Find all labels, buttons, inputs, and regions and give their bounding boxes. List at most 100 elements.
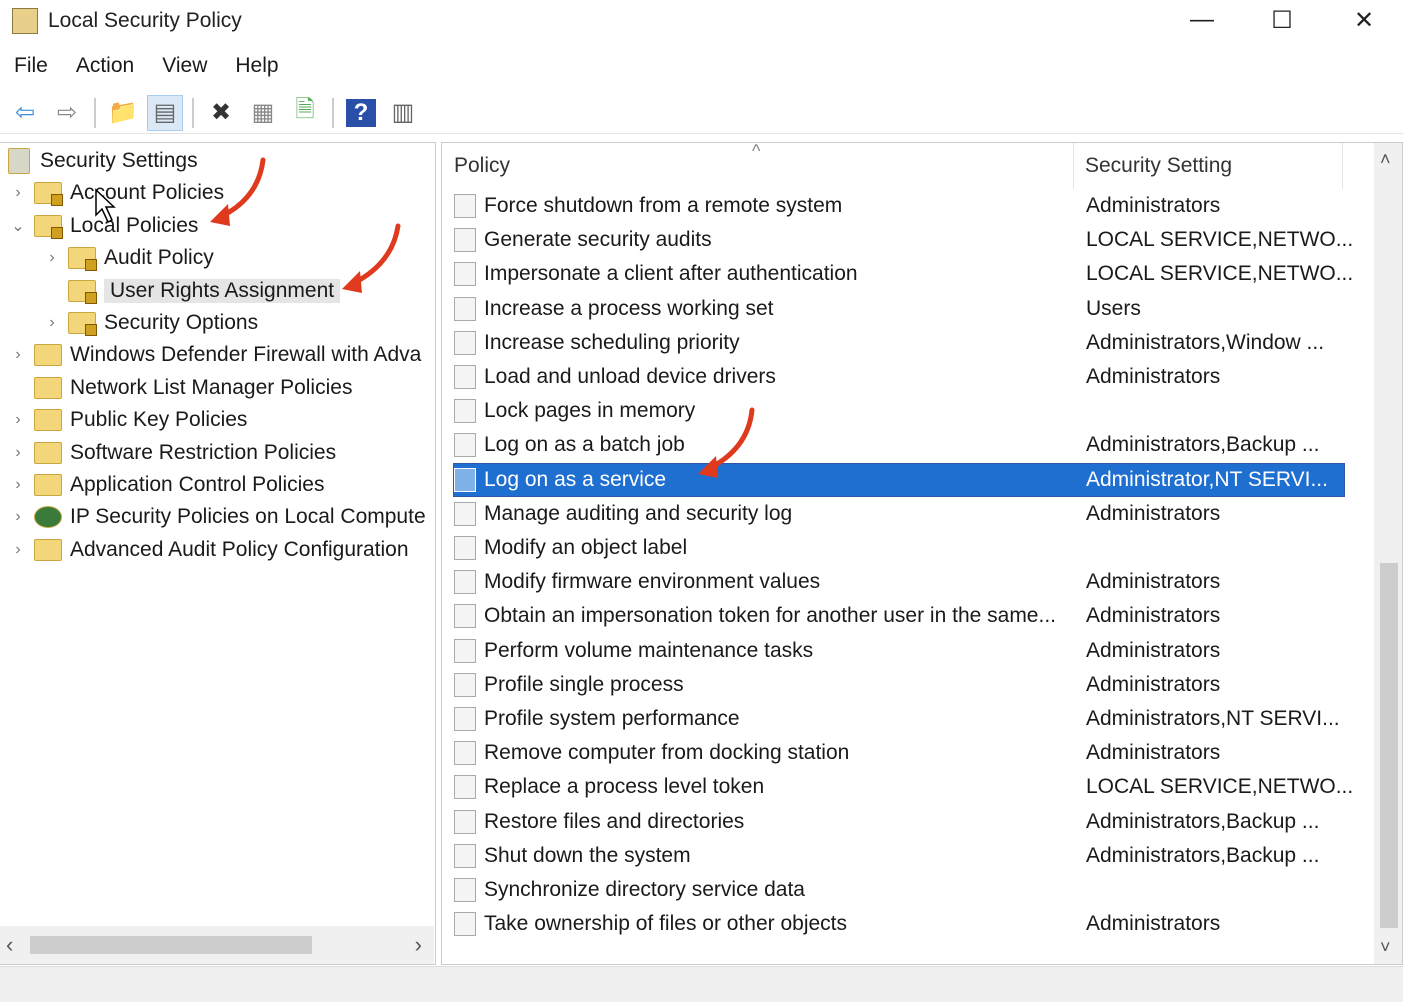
table-row[interactable]: Load and unload device drivers Administra… xyxy=(454,361,1344,393)
policy-name: Perform volume maintenance tasks xyxy=(484,638,814,662)
table-row[interactable]: Impersonate a client after authenticatio… xyxy=(454,258,1353,290)
tree-item[interactable]: › IP Security Policies on Local Compute xyxy=(8,501,426,533)
policy-folder-icon xyxy=(68,247,97,272)
tree-item[interactable]: Security Settings xyxy=(0,145,198,177)
expand-chevron-icon[interactable]: ⌄ xyxy=(8,216,28,236)
table-row[interactable]: Log on as a batch job Administrators,Back… xyxy=(454,429,1344,461)
menu-view[interactable]: View xyxy=(148,54,221,78)
properties-button[interactable]: ▦ xyxy=(245,95,281,131)
close-button[interactable]: ✕ xyxy=(1324,0,1403,40)
table-row[interactable]: Increase a process working set Users xyxy=(454,293,1344,325)
tree-item[interactable]: › Account Policies xyxy=(8,177,224,209)
minimize-button[interactable]: — xyxy=(1162,0,1242,40)
menu-action[interactable]: Action xyxy=(62,54,148,78)
scroll-down-button[interactable]: ˅ xyxy=(1380,937,1391,958)
app-icon xyxy=(12,8,38,34)
tree-item[interactable]: › Security Options xyxy=(42,307,258,339)
expand-chevron-icon[interactable]: › xyxy=(8,411,28,429)
security-setting: Administrators xyxy=(1086,570,1221,594)
policy-name: Shut down the system xyxy=(484,843,691,867)
security-setting: Administrators xyxy=(1086,501,1221,525)
table-row[interactable]: Replace a process level token LOCAL SERVI… xyxy=(454,771,1353,803)
expand-chevron-icon[interactable]: › xyxy=(8,508,28,526)
show-hide-tree-button[interactable]: ▤ xyxy=(147,94,183,131)
table-row[interactable]: Restore files and directories Administrat… xyxy=(454,806,1344,838)
table-row[interactable]: Force shutdown from a remote system Admin… xyxy=(454,190,1344,222)
policy-name: Increase scheduling priority xyxy=(484,330,740,354)
vertical-scrollbar[interactable]: ˄ ˅ xyxy=(1374,143,1402,964)
menu-file[interactable]: File xyxy=(0,54,62,78)
security-setting: Administrators,Backup ... xyxy=(1086,843,1320,867)
expand-chevron-icon[interactable]: › xyxy=(42,249,62,267)
table-row[interactable]: Log on as a service Administrator,NT SERV… xyxy=(453,462,1345,497)
table-row[interactable]: Synchronize directory service data xyxy=(454,874,1344,906)
tree-item[interactable]: › Audit Policy xyxy=(42,242,214,274)
window-title: Local Security Policy xyxy=(48,9,242,32)
tree-pane: Security Settings › Account Policies ⌄ Local… xyxy=(0,142,436,965)
tree-item[interactable]: › Advanced Audit Policy Configuration xyxy=(8,534,409,566)
policy-icon xyxy=(454,604,476,629)
delete-button[interactable]: ✖ xyxy=(203,95,239,131)
tree-item-label: IP Security Policies on Local Compute xyxy=(70,505,426,529)
expand-chevron-icon[interactable]: › xyxy=(8,444,28,462)
tree-item[interactable]: › Windows Defender Firewall with Adva xyxy=(8,339,421,371)
forward-arrow-button[interactable]: ⇨ xyxy=(49,95,85,131)
column-header-security-setting[interactable]: Security Setting xyxy=(1085,143,1343,189)
policy-icon xyxy=(454,912,476,937)
policy-name: Profile single process xyxy=(484,672,684,696)
policy-name: Modify an object label xyxy=(484,536,688,559)
folder-icon xyxy=(34,441,62,464)
table-row[interactable]: Lock pages in memory xyxy=(454,395,1344,427)
table-row[interactable]: Generate security audits LOCAL SERVICE,NE… xyxy=(454,224,1353,256)
policy-icon xyxy=(454,296,476,321)
security-setting: Administrators xyxy=(1086,912,1221,936)
expand-chevron-icon[interactable]: › xyxy=(42,314,62,332)
table-row[interactable]: Profile single process Administrators xyxy=(454,669,1344,701)
security-setting: Administrators xyxy=(1086,604,1221,628)
tree-item[interactable]: › Application Control Policies xyxy=(8,469,324,501)
policy-icon xyxy=(454,194,476,218)
help-button[interactable]: ? xyxy=(343,95,379,131)
table-row[interactable]: Perform volume maintenance tasks Administ… xyxy=(454,635,1344,667)
tree-item-label: User Rights Assignment xyxy=(104,278,341,303)
horizontal-scrollbar[interactable]: ‹ › xyxy=(0,926,434,964)
scroll-left-button[interactable]: ‹ xyxy=(6,932,13,958)
expand-chevron-icon[interactable]: › xyxy=(8,476,28,494)
policy-list-pane: ^ Policy Security Setting Force shutdown… xyxy=(441,142,1403,965)
security-setting: Administrator,NT SERVI... xyxy=(1086,467,1328,491)
expand-chevron-icon[interactable]: › xyxy=(8,346,28,364)
scrollbar-thumb[interactable] xyxy=(1380,563,1398,928)
table-row[interactable]: Manage auditing and security log Administ… xyxy=(454,498,1344,530)
tree-item[interactable]: › Public Key Policies xyxy=(8,404,247,436)
export-list-button[interactable]: 🗎 xyxy=(287,95,323,131)
expand-chevron-icon[interactable]: › xyxy=(8,541,28,559)
tree-item[interactable]: ⌄ Local Policies xyxy=(8,210,198,242)
tree-item[interactable]: Network List Manager Policies xyxy=(8,372,352,404)
show-action-pane-button[interactable]: ▥ xyxy=(385,95,421,131)
table-row[interactable]: Modify an object label xyxy=(454,532,1344,564)
tree-item[interactable]: User Rights Assignment xyxy=(42,275,341,307)
back-arrow-button[interactable]: ⇦ xyxy=(7,95,43,131)
table-row[interactable]: Profile system performance Administrators… xyxy=(454,703,1344,735)
security-setting: Administrators xyxy=(1086,741,1221,765)
column-label: Security Setting xyxy=(1085,154,1233,177)
table-row[interactable]: Obtain an impersonation token for anothe… xyxy=(454,600,1344,632)
table-row[interactable]: Modify firmware environment values Admini… xyxy=(454,566,1344,598)
expand-chevron-icon[interactable]: › xyxy=(8,184,28,202)
menu-help[interactable]: Help xyxy=(221,54,292,78)
up-folder-button[interactable]: 📁 xyxy=(105,95,141,131)
maximize-button[interactable]: ☐ xyxy=(1242,0,1322,40)
scroll-up-button[interactable]: ˄ xyxy=(1380,149,1391,170)
scrollbar-thumb[interactable] xyxy=(30,936,312,954)
table-row[interactable]: Shut down the system Administrators,Backu… xyxy=(454,840,1344,872)
export-list-icon: 🗎 xyxy=(295,96,315,123)
table-row[interactable]: Take ownership of files or other objects… xyxy=(454,908,1344,940)
column-header-policy[interactable]: Policy xyxy=(454,143,1074,189)
security-setting: Administrators,Backup ... xyxy=(1086,809,1320,833)
tree-item[interactable]: › Software Restriction Policies xyxy=(8,437,336,469)
table-row[interactable]: Remove computer from docking station Admi… xyxy=(454,737,1344,769)
table-row[interactable]: Increase scheduling priority Administrato… xyxy=(454,327,1344,359)
policy-icon xyxy=(454,638,476,663)
tree-item-label: Public Key Policies xyxy=(70,408,248,432)
scroll-right-button[interactable]: › xyxy=(415,932,422,958)
